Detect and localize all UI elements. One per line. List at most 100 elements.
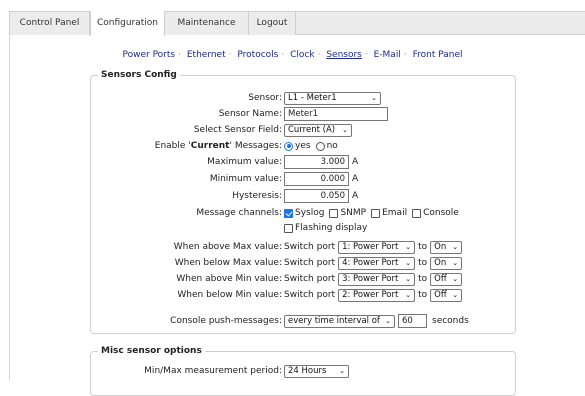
- console-push-label: Console push-messages:: [170, 316, 282, 326]
- action-state-value: Off: [434, 274, 447, 284]
- sensor-label: Sensor:: [248, 93, 282, 103]
- action-label: When above Min value:: [176, 274, 282, 284]
- flashing-row: Flashing display: [0, 221, 585, 235]
- enable-prefix: Enable ': [154, 141, 191, 151]
- sensor-name-input[interactable]: Meter1: [284, 107, 388, 121]
- chevron-down-icon: ⌄: [405, 243, 412, 251]
- enable-suffix: ' Messages:: [229, 141, 282, 151]
- chevron-down-icon: ⌄: [452, 259, 459, 267]
- misc-options-legend: Misc sensor options: [101, 346, 202, 356]
- action-row: When below Max value: Switch port 4: Pow…: [0, 256, 585, 270]
- chevron-down-icon: ⌄: [339, 367, 345, 375]
- sensor-field-select[interactable]: Current (A) ⌄: [284, 123, 352, 137]
- email-label: Email: [382, 208, 408, 218]
- action-port-value: 4: Power Port: [342, 258, 399, 268]
- measurement-period-label: Min/Max measurement period:: [144, 366, 282, 376]
- console-push-select[interactable]: every time interval of ⌄: [284, 314, 395, 328]
- hysteresis-input[interactable]: 0.050: [284, 189, 349, 203]
- hysteresis-unit: A: [352, 191, 359, 201]
- to-text: to: [418, 274, 428, 284]
- switch-port-text: Switch port: [284, 242, 336, 252]
- measurement-period-row: Min/Max measurement period: 24 Hours ⌄: [0, 364, 585, 378]
- console-checkbox[interactable]: [412, 208, 422, 218]
- min-value-row: Minimum value: 0.000 A: [0, 172, 585, 186]
- min-value-label: Minimum value:: [209, 174, 282, 184]
- max-value-row: Maximum value: 3.000 A: [0, 155, 585, 169]
- console-push-row: Console push-messages: every time interv…: [0, 314, 585, 328]
- action-port-select[interactable]: 3: Power Port ⌄: [338, 272, 416, 286]
- action-port-select[interactable]: 2: Power Port ⌄: [338, 288, 416, 302]
- channels-label: Message channels:: [196, 208, 282, 218]
- sensors-config-rows: Sensor: L1 - Meter1 ⌄ Sensor Name: Meter1…: [0, 0, 585, 381]
- action-label: When below Min value:: [177, 290, 282, 300]
- max-value-input[interactable]: 3.000: [284, 155, 349, 169]
- chevron-down-icon: ⌄: [342, 126, 348, 134]
- measurement-period-select[interactable]: 24 Hours ⌄: [284, 364, 349, 378]
- email-checkbox[interactable]: [371, 208, 381, 218]
- action-label: When above Max value:: [173, 242, 282, 252]
- switch-port-text: Switch port: [284, 274, 336, 284]
- hysteresis-label: Hysteresis:: [232, 191, 282, 201]
- action-label: When below Max value:: [174, 258, 282, 268]
- flashing-checkbox[interactable]: [284, 223, 293, 233]
- console-interval-unit: seconds: [432, 316, 469, 326]
- action-state-value: On: [434, 242, 447, 252]
- sensor-field-row: Select Sensor Field: Current (A) ⌄: [0, 123, 585, 137]
- syslog-checkbox[interactable]: [284, 208, 293, 218]
- max-value-label: Maximum value:: [207, 157, 282, 167]
- to-text: to: [418, 290, 428, 300]
- min-unit: A: [352, 174, 359, 184]
- sensor-row: Sensor: L1 - Meter1 ⌄: [0, 91, 585, 105]
- min-value-input[interactable]: 0.000: [284, 172, 349, 186]
- flashing-label: Flashing display: [295, 223, 368, 233]
- sensor-select-value: L1 - Meter1: [288, 93, 337, 103]
- action-state-value: Off: [434, 290, 447, 300]
- action-row: When above Min value: Switch port 3: Pow…: [0, 272, 585, 286]
- action-state-select[interactable]: Off ⌄: [430, 288, 463, 302]
- enable-messages-label: Enable 'Current' Messages:: [155, 141, 282, 151]
- action-port-select[interactable]: 4: Power Port ⌄: [338, 256, 416, 270]
- syslog-label: Syslog: [295, 208, 325, 218]
- snmp-label: SNMP: [340, 208, 367, 218]
- chevron-down-icon: ⌄: [405, 259, 412, 267]
- console-label: Console: [423, 208, 459, 218]
- channels-row: Message channels: Syslog SNMP Email Cons…: [0, 206, 585, 220]
- chevron-down-icon: ⌄: [385, 317, 391, 325]
- hysteresis-row: Hysteresis: 0.050 A: [0, 189, 585, 203]
- max-unit: A: [352, 157, 359, 167]
- console-interval-input[interactable]: 60: [398, 314, 427, 328]
- chevron-down-icon: ⌄: [371, 94, 377, 102]
- action-state-select[interactable]: On ⌄: [430, 256, 463, 270]
- action-row: When below Min value: Switch port 2: Pow…: [0, 288, 585, 302]
- enable-yes-label: yes: [295, 141, 311, 151]
- enable-yes-radio[interactable]: [284, 141, 293, 151]
- measurement-period-value: 24 Hours: [288, 366, 327, 376]
- sensor-select[interactable]: L1 - Meter1 ⌄: [284, 91, 381, 105]
- chevron-down-icon: ⌄: [452, 243, 459, 251]
- enable-field-name: Current: [190, 141, 230, 151]
- action-port-value: 3: Power Port: [342, 274, 399, 284]
- switch-port-text: Switch port: [284, 258, 336, 268]
- to-text: to: [418, 242, 428, 252]
- sensor-field-value: Current (A): [288, 125, 336, 135]
- snmp-checkbox[interactable]: [329, 208, 339, 218]
- chevron-down-icon: ⌄: [452, 275, 459, 283]
- switch-port-text: Switch port: [284, 290, 336, 300]
- enable-no-radio[interactable]: [315, 141, 325, 151]
- chevron-down-icon: ⌄: [405, 275, 412, 283]
- chevron-down-icon: ⌄: [452, 291, 459, 299]
- action-port-select[interactable]: 1: Power Port ⌄: [338, 240, 416, 254]
- action-state-select[interactable]: Off ⌄: [430, 272, 463, 286]
- action-port-value: 2: Power Port: [342, 290, 399, 300]
- sensor-name-row: Sensor Name: Meter1: [0, 107, 585, 121]
- to-text: to: [418, 258, 428, 268]
- chevron-down-icon: ⌄: [405, 291, 412, 299]
- enable-no-label: no: [326, 141, 338, 151]
- tab-configuration[interactable]: Configuration: [90, 11, 165, 36]
- action-state-value: On: [434, 258, 447, 268]
- sensor-field-label: Select Sensor Field:: [193, 125, 282, 135]
- action-port-value: 1: Power Port: [342, 242, 399, 252]
- sensor-name-label: Sensor Name:: [218, 109, 282, 119]
- enable-messages-row: Enable 'Current' Messages: yes no: [0, 139, 585, 153]
- action-state-select[interactable]: On ⌄: [430, 240, 463, 254]
